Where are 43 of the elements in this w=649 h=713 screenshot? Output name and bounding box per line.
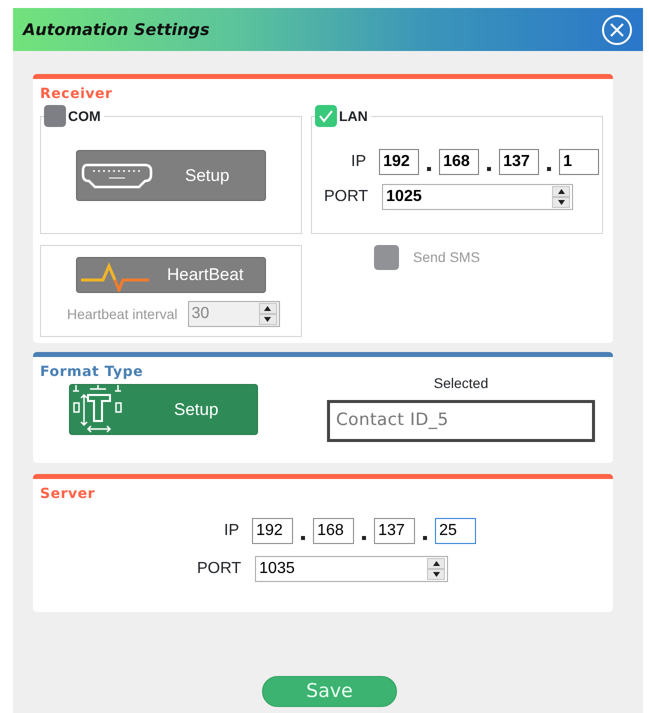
checkbox-label: Send SMS	[413, 248, 480, 267]
up-arrow-icon	[432, 561, 440, 566]
setup-button[interactable]: Setup	[76, 150, 266, 201]
ip-octet-field[interactable]: 25	[435, 518, 476, 544]
checkbox[interactable]	[44, 105, 66, 127]
selected-format-field: Contact ID_5	[327, 400, 595, 442]
field-label: IP	[224, 521, 240, 541]
port-field[interactable]: 1035	[255, 556, 448, 582]
ip-octet-field[interactable]: 168	[439, 149, 480, 175]
spin-down-button[interactable]	[258, 314, 277, 325]
setup-button[interactable]: Setup	[69, 384, 258, 435]
field-label: IP	[351, 152, 366, 172]
spin-down-button[interactable]	[552, 197, 570, 208]
ip-octet-field[interactable]: 137	[374, 518, 416, 544]
up-arrow-icon	[558, 189, 565, 194]
down-arrow-icon	[264, 317, 272, 322]
field-label: Selected	[434, 374, 488, 393]
close-button[interactable]	[601, 14, 633, 46]
group-label: LAN	[339, 106, 368, 126]
field-label: PORT	[197, 559, 242, 579]
ip-octet-field[interactable]: 192	[379, 149, 420, 175]
down-arrow-icon	[558, 200, 565, 205]
spin-up-button[interactable]	[552, 186, 570, 197]
ip-octet-field[interactable]: 192	[252, 518, 294, 544]
up-arrow-icon	[264, 306, 272, 311]
field-label: Heartbeat interval	[67, 304, 178, 324]
section-title: Server	[40, 485, 96, 503]
ip-octet-field[interactable]: 168	[313, 518, 354, 544]
spin-down-button[interactable]	[427, 569, 446, 580]
close-icon	[601, 14, 633, 46]
section-title: Receiver	[40, 85, 114, 103]
down-arrow-icon	[432, 572, 440, 577]
port-field[interactable]: 1025	[382, 184, 574, 210]
spin-up-button[interactable]	[427, 558, 446, 569]
text-format-icon	[72, 384, 124, 434]
group-label: COM	[68, 106, 101, 126]
ip-octet-field[interactable]: 1	[559, 149, 600, 175]
window-title: Automation Settings	[23, 18, 210, 40]
ip-octet-field[interactable]: 137	[499, 149, 540, 175]
field-label: PORT	[324, 187, 368, 207]
checkbox[interactable]	[315, 105, 337, 127]
spin-up-button[interactable]	[258, 303, 277, 314]
section-title: Format Type	[40, 363, 144, 381]
